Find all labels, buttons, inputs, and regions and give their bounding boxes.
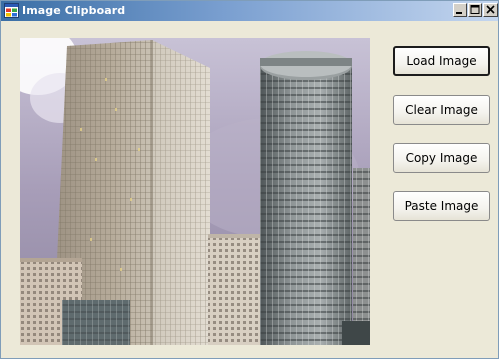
app-window: Image Clipboard Load Image Clear Image C… xyxy=(0,0,499,359)
minimize-button[interactable] xyxy=(453,3,467,17)
app-window-icon[interactable] xyxy=(4,3,19,18)
close-button[interactable] xyxy=(483,3,498,17)
paste-image-button[interactable]: Paste Image xyxy=(393,191,490,221)
load-image-button[interactable]: Load Image xyxy=(393,46,490,76)
title-bar[interactable]: Image Clipboard xyxy=(1,1,498,21)
minimize-icon xyxy=(456,12,462,14)
maximize-icon xyxy=(470,5,480,14)
copy-image-button[interactable]: Copy Image xyxy=(393,143,490,173)
close-icon xyxy=(486,5,495,14)
clear-image-button[interactable]: Clear Image xyxy=(393,95,490,125)
skyline-photo xyxy=(20,38,370,345)
window-title: Image Clipboard xyxy=(22,4,126,17)
image-picturebox xyxy=(20,38,370,345)
maximize-button[interactable] xyxy=(468,3,482,17)
